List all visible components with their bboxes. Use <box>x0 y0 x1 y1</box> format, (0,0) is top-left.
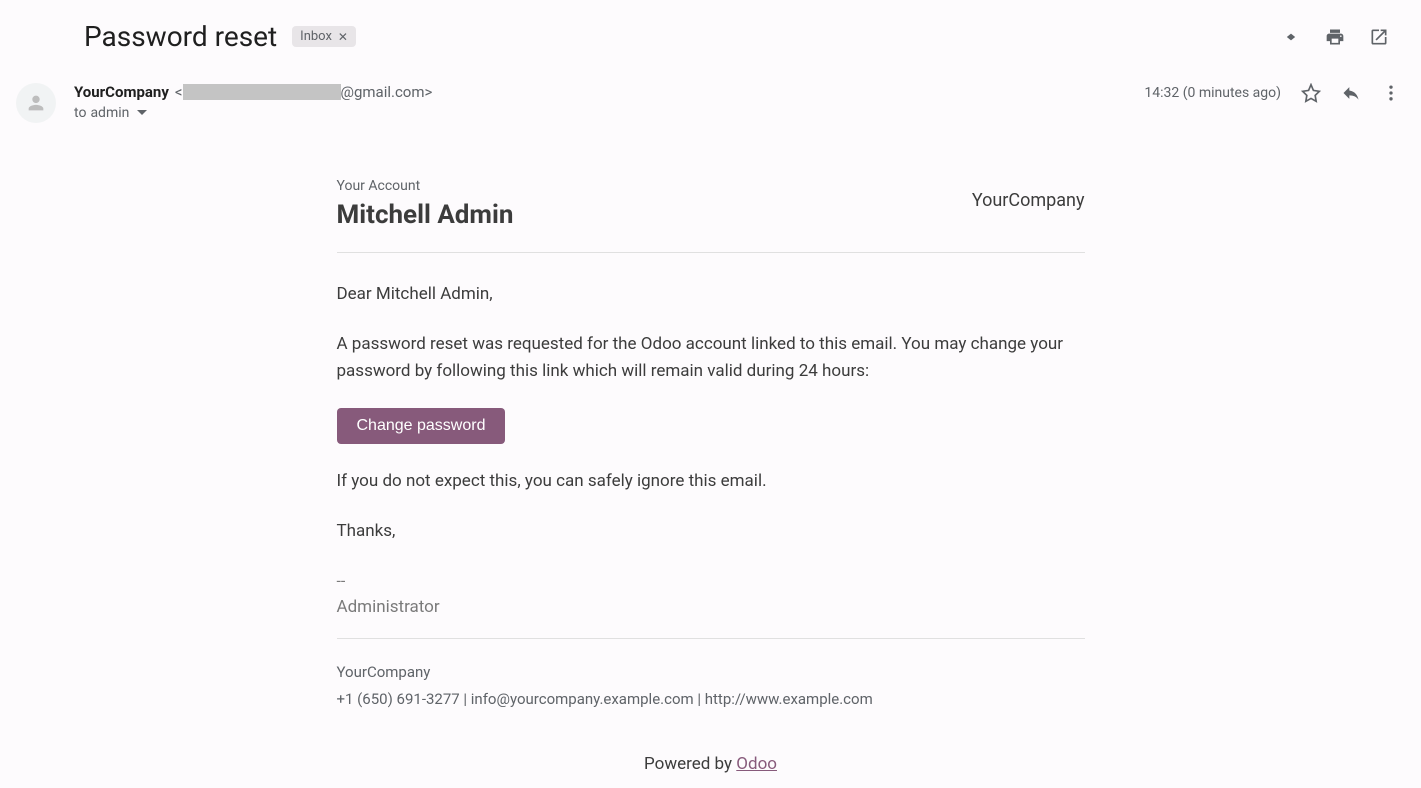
sender-name: YourCompany <box>74 83 169 101</box>
change-password-button[interactable]: Change password <box>337 408 506 444</box>
timestamp: 14:32 (0 minutes ago) <box>1144 85 1281 101</box>
ignore-text: If you do not expect this, you can safel… <box>337 468 1085 494</box>
powered-by: Powered by Odoo <box>337 751 1085 777</box>
label-text: Inbox <box>300 29 332 44</box>
more-icon[interactable] <box>1381 83 1401 103</box>
reply-icon[interactable] <box>1341 83 1361 103</box>
redacted-email <box>183 84 341 100</box>
footer: YourCompany +1 (650) 691-3277 | info@you… <box>337 638 1085 712</box>
email-subject: Password reset <box>84 20 277 53</box>
inbox-label-chip[interactable]: Inbox ✕ <box>292 26 356 47</box>
account-name: Mitchell Admin <box>337 200 514 230</box>
signature-dash: -- <box>337 569 1085 594</box>
open-new-window-icon[interactable] <box>1369 27 1389 47</box>
recipient-to: to <box>74 105 86 121</box>
recipient-line[interactable]: to admin <box>74 105 1144 121</box>
thanks: Thanks, <box>337 518 1085 544</box>
email-header: Password reset Inbox ✕ <box>0 20 1421 53</box>
close-icon[interactable]: ✕ <box>338 30 348 44</box>
header-actions <box>1281 27 1401 47</box>
footer-contact: +1 (650) 691-3277 | info@yourcompany.exa… <box>337 688 1085 711</box>
odoo-link[interactable]: Odoo <box>736 754 777 774</box>
email-open-bracket: < <box>175 83 183 101</box>
greeting: Dear Mitchell Admin, <box>337 281 1085 307</box>
collapse-icon[interactable] <box>1281 27 1301 47</box>
sender-details: YourCompany < @gmail.com> to admin <box>74 83 1144 121</box>
body-header: Your Account Mitchell Admin YourCompany <box>337 178 1085 253</box>
email-body: Your Account Mitchell Admin YourCompany … <box>337 178 1085 778</box>
message-meta: 14:32 (0 minutes ago) <box>1144 83 1401 103</box>
sender-row: YourCompany < @gmail.com> to admin 14:32… <box>0 83 1421 123</box>
email-suffix: @gmail.com> <box>341 83 433 101</box>
print-icon[interactable] <box>1325 27 1345 47</box>
chevron-down-icon[interactable] <box>137 108 147 118</box>
company-brand: YourCompany <box>972 190 1085 211</box>
sender-line: YourCompany < @gmail.com> <box>74 83 1144 101</box>
body-content: Dear Mitchell Admin, A password reset wa… <box>337 253 1085 778</box>
powered-prefix: Powered by <box>644 754 736 774</box>
signature-name: Administrator <box>337 594 1085 620</box>
avatar[interactable] <box>16 83 56 123</box>
star-icon[interactable] <box>1301 83 1321 103</box>
your-account-label: Your Account <box>337 178 514 194</box>
reset-paragraph: A password reset was requested for the O… <box>337 331 1085 384</box>
footer-company: YourCompany <box>337 661 1085 684</box>
recipient-name: admin <box>90 105 129 121</box>
email-view: Password reset Inbox ✕ YourCompany < <box>0 0 1421 778</box>
